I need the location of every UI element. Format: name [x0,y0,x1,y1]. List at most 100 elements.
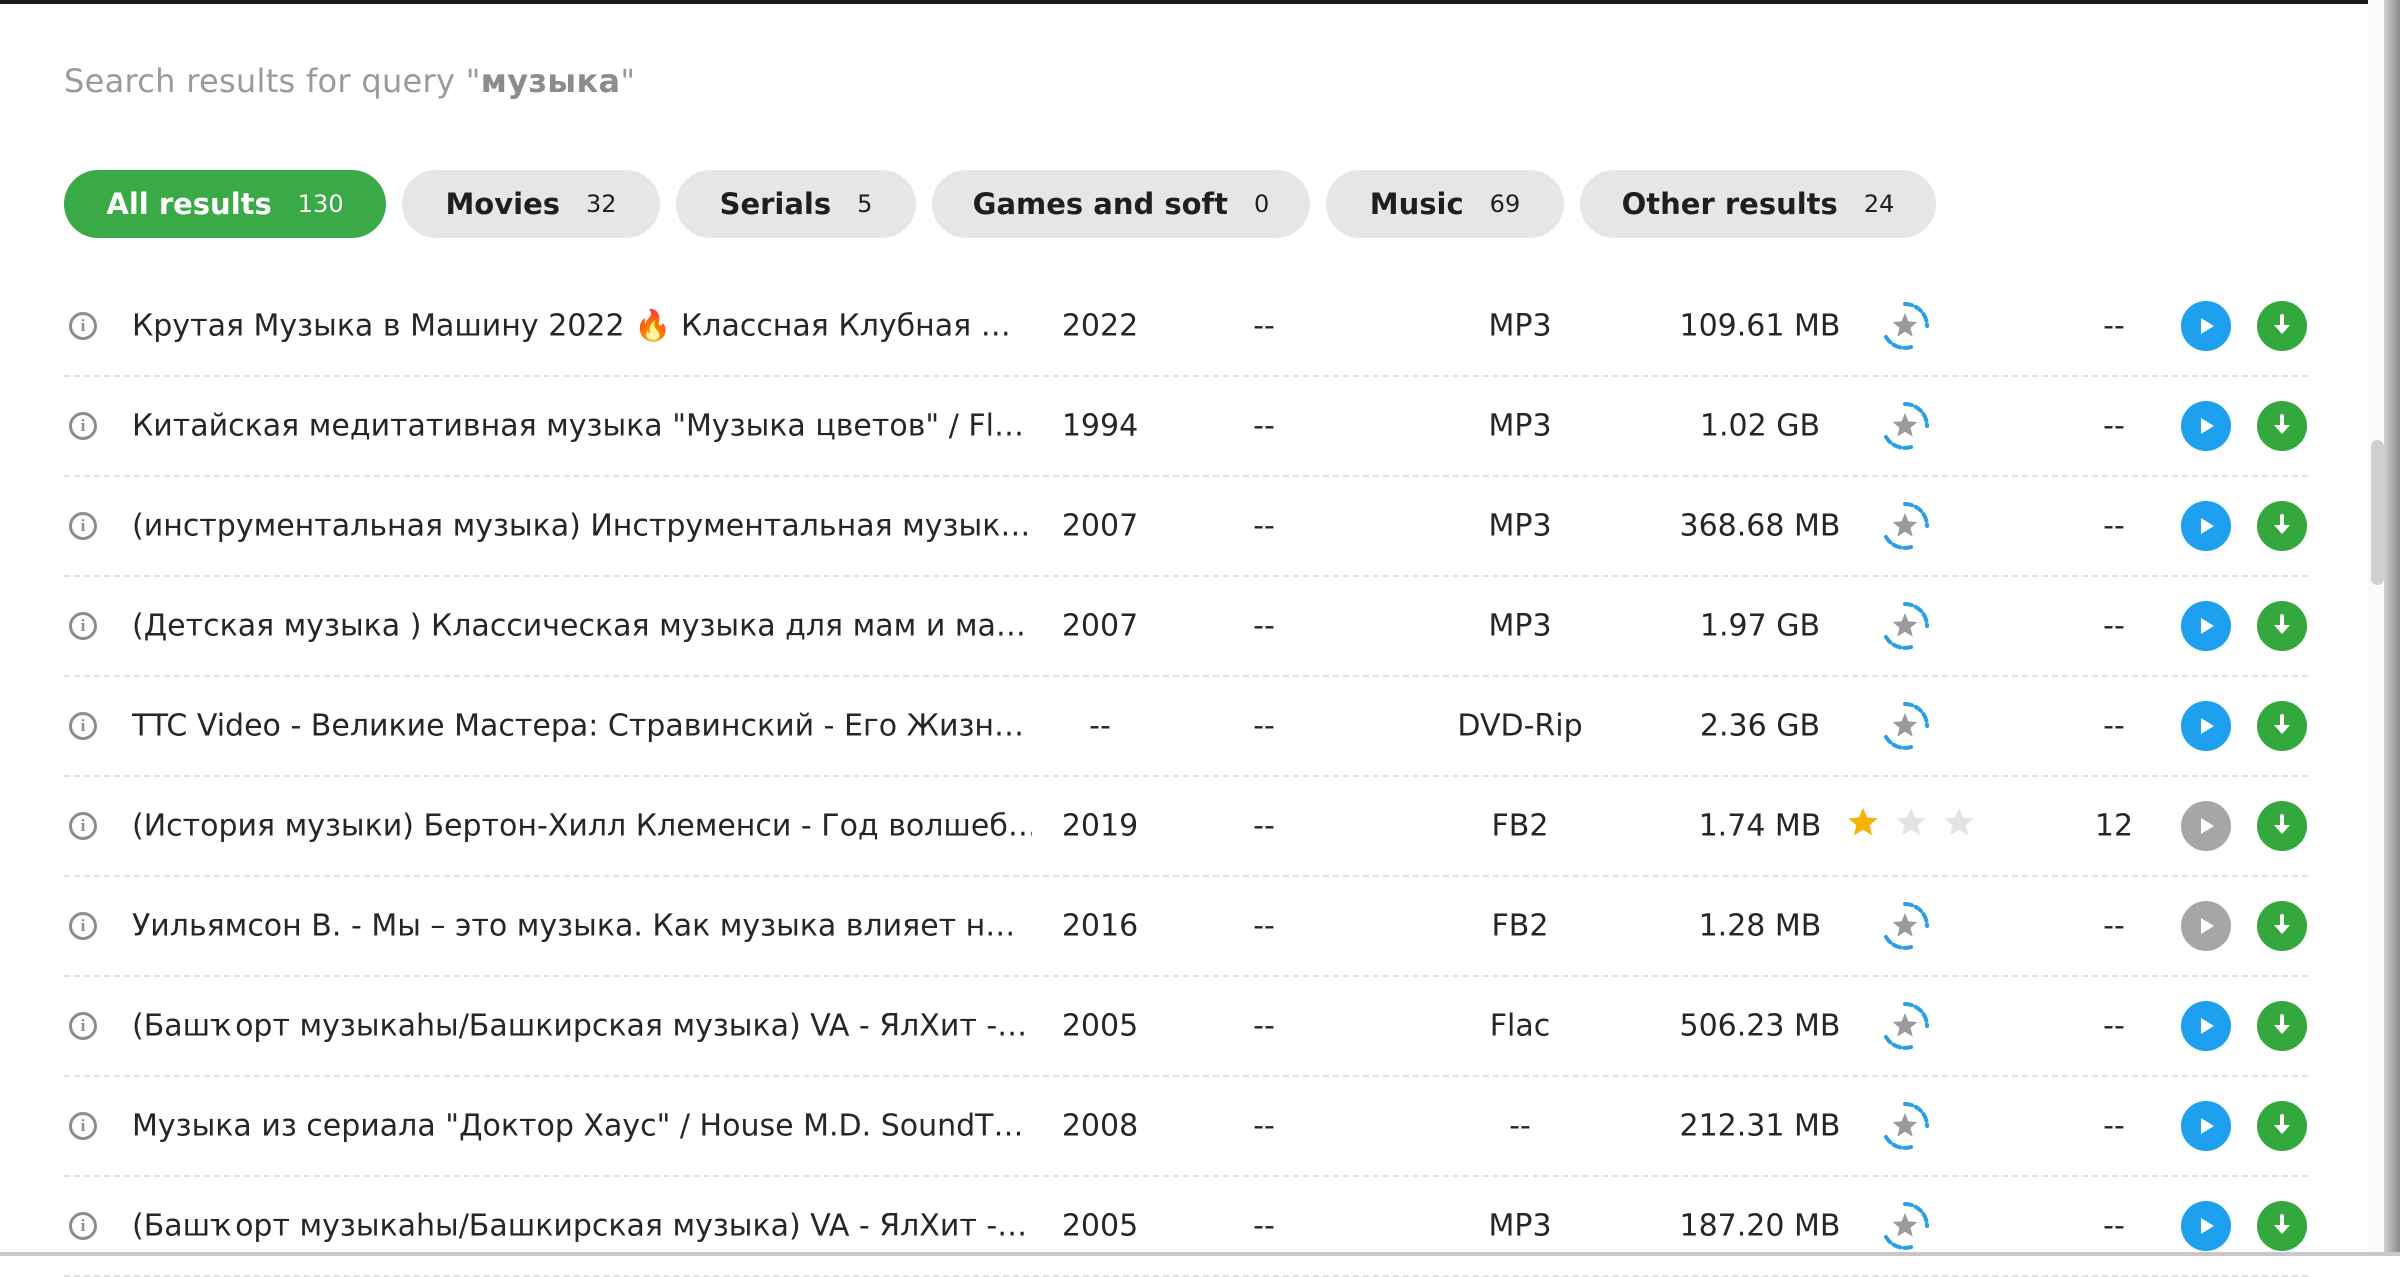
download-button[interactable] [2257,701,2307,751]
window-edge [2384,0,2400,1256]
info-icon[interactable]: i [69,1012,97,1040]
result-title[interactable]: Крутая Музыка в Машину 2022 🔥 Классная К… [132,309,1032,344]
download-button[interactable] [2257,801,2307,851]
result-row[interactable]: i (Башҡорт музыкаhы/Башкирская музыка) VA… [64,1177,2308,1277]
info-icon[interactable]: i [69,812,97,840]
result-row[interactable]: i Уильямсон В. - Мы – это музыка. Как муз… [64,877,2308,977]
download-button[interactable] [2257,1101,2307,1151]
result-size: 506.23 MB [1679,1008,1841,1044]
result-count: -- [2103,908,2125,944]
tab-serials[interactable]: Serials 5 [676,170,916,238]
result-year: 1994 [1061,408,1139,444]
category-tabs: All results 130 Movies 32 Serials 5 Games a… [64,170,1952,238]
result-year: 2022 [1061,308,1139,344]
download-button[interactable] [2257,901,2307,951]
result-title[interactable]: (История музыки) Бертон-Хилл Клеменси - … [132,809,1032,844]
download-button[interactable] [2257,601,2307,651]
result-title[interactable]: Музыка из сериала "Доктор Хаус" / House … [132,1109,1032,1144]
tab-count: 24 [1863,190,1895,218]
result-count: -- [2103,508,2125,544]
result-year: 2019 [1061,808,1139,844]
play-icon [2195,1115,2217,1137]
rating-loading-icon [1878,699,1932,753]
play-button[interactable] [2181,501,2231,551]
tab-all-results[interactable]: All results 130 [64,170,386,238]
download-icon [2269,613,2295,639]
play-button[interactable] [2181,1101,2231,1151]
download-button[interactable] [2257,501,2307,551]
play-button[interactable] [2181,701,2231,751]
download-icon [2269,813,2295,839]
tab-movies[interactable]: Movies 32 [402,170,660,238]
play-button[interactable] [2181,901,2231,951]
heading-prefix: Search results for query " [64,62,481,100]
download-button[interactable] [2257,1201,2307,1251]
tab-music[interactable]: Music 69 [1326,170,1564,238]
play-button[interactable] [2181,301,2231,351]
result-row[interactable]: i (Детская музыка ) Классическая музыка д… [64,577,2308,677]
search-results-heading: Search results for query "музыка" [64,62,635,100]
result-year: 2005 [1061,1208,1139,1244]
result-title[interactable]: (Башҡорт музыкаhы/Башкирская музыка) VA … [132,1009,1032,1044]
result-extra: -- [1253,708,1275,744]
info-icon[interactable]: i [69,1112,97,1140]
result-count: -- [2103,408,2125,444]
play-button[interactable] [2181,601,2231,651]
download-button[interactable] [2257,301,2307,351]
result-size: 212.31 MB [1679,1108,1841,1144]
tab-games-and-soft[interactable]: Games and soft 0 [932,170,1310,238]
play-button[interactable] [2181,1201,2231,1251]
info-icon[interactable]: i [69,612,97,640]
result-row[interactable]: i Музыка из сериала "Доктор Хаус" / House… [64,1077,2308,1177]
star-icon[interactable] [1894,805,1928,847]
result-count: -- [2103,708,2125,744]
info-icon[interactable]: i [69,512,97,540]
star-icon[interactable] [1942,805,1976,847]
rating-stars[interactable] [1846,805,1976,847]
info-icon[interactable]: i [69,912,97,940]
play-button[interactable] [2181,401,2231,451]
result-row[interactable]: i TTC Video - Великие Мастера: Стравински… [64,677,2308,777]
result-extra: -- [1253,608,1275,644]
bottom-edge [0,1252,2400,1256]
result-extra: -- [1253,1108,1275,1144]
tab-label: Music [1369,187,1464,221]
info-icon[interactable]: i [69,312,97,340]
play-icon [2195,515,2217,537]
result-count: -- [2103,608,2125,644]
rating-loading-icon [1878,499,1932,553]
result-year: 2007 [1061,608,1139,644]
result-title[interactable]: (Башҡорт музыкаhы/Башкирская музыка) VA … [132,1209,1032,1244]
result-title[interactable]: (Детская музыка ) Классическая музыка дл… [132,609,1032,644]
result-row[interactable]: i Крутая Музыка в Машину 2022 🔥 Классная … [64,277,2308,377]
info-icon[interactable]: i [69,412,97,440]
tab-label: Games and soft [972,187,1229,221]
tab-other-results[interactable]: Other results 24 [1580,170,1936,238]
scrollbar-thumb[interactable] [2371,440,2384,585]
result-title[interactable]: TTC Video - Великие Мастера: Стравинский… [132,709,1032,744]
play-icon [2195,315,2217,337]
result-extra: -- [1253,508,1275,544]
result-title[interactable]: Уильямсон В. - Мы – это музыка. Как музы… [132,909,1032,944]
heading-suffix: " [620,62,636,100]
result-row[interactable]: i (История музыки) Бертон-Хилл Клеменси -… [64,777,2308,877]
result-row[interactable]: i (инструментальная музыка) Инструменталь… [64,477,2308,577]
result-extra: -- [1253,808,1275,844]
result-row[interactable]: i (Башҡорт музыкаhы/Башкирская музыка) VA… [64,977,2308,1077]
star-icon[interactable] [1846,805,1880,847]
info-icon[interactable]: i [69,712,97,740]
results-list: i Крутая Музыка в Машину 2022 🔥 Классная … [64,277,2308,1277]
result-row[interactable]: i Китайская медитативная музыка "Музыка ц… [64,377,2308,477]
download-button[interactable] [2257,401,2307,451]
download-button[interactable] [2257,1001,2307,1051]
play-button[interactable] [2181,801,2231,851]
rating-loading-icon [1878,399,1932,453]
scrollbar-track[interactable] [2368,0,2384,1256]
play-icon [2195,715,2217,737]
result-count: -- [2103,308,2125,344]
info-icon[interactable]: i [69,1212,97,1240]
result-year: 2008 [1061,1108,1139,1144]
result-title[interactable]: Китайская медитативная музыка "Музыка цв… [132,409,1032,444]
play-button[interactable] [2181,1001,2231,1051]
result-title[interactable]: (инструментальная музыка) Инструментальн… [132,509,1032,544]
